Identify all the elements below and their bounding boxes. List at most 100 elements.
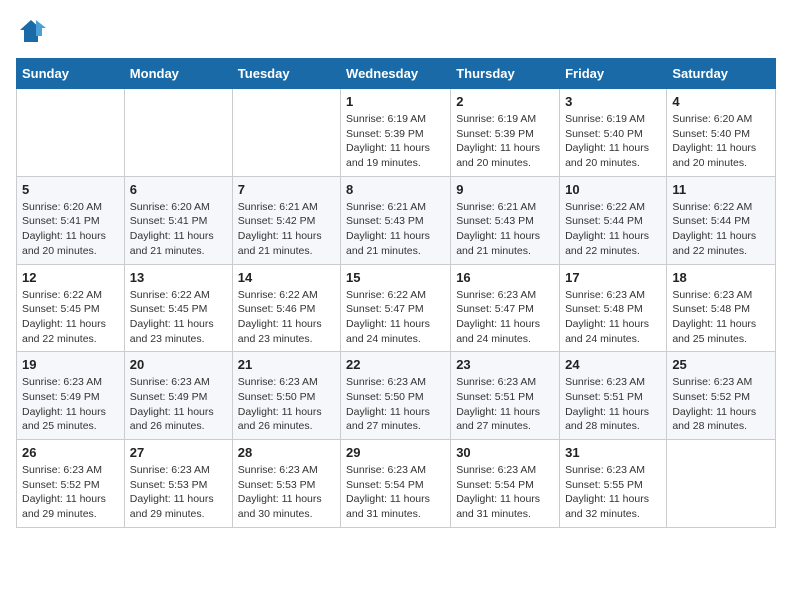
calendar-cell: 26 Sunrise: 6:23 AM Sunset: 5:52 PM Dayli…	[17, 440, 125, 528]
day-info: Sunrise: 6:20 AM Sunset: 5:41 PM Dayligh…	[130, 200, 227, 259]
day-info: Sunrise: 6:23 AM Sunset: 5:48 PM Dayligh…	[672, 288, 770, 347]
day-number: 11	[672, 182, 770, 197]
weekday-header-thursday: Thursday	[451, 59, 560, 89]
day-number: 30	[456, 445, 554, 460]
day-number: 24	[565, 357, 661, 372]
calendar-week-row: 5 Sunrise: 6:20 AM Sunset: 5:41 PM Daylig…	[17, 176, 776, 264]
calendar-cell: 14 Sunrise: 6:22 AM Sunset: 5:46 PM Dayli…	[232, 264, 340, 352]
day-number: 14	[238, 270, 335, 285]
day-info: Sunrise: 6:19 AM Sunset: 5:39 PM Dayligh…	[346, 112, 445, 171]
day-info: Sunrise: 6:23 AM Sunset: 5:55 PM Dayligh…	[565, 463, 661, 522]
day-number: 7	[238, 182, 335, 197]
day-info: Sunrise: 6:23 AM Sunset: 5:54 PM Dayligh…	[346, 463, 445, 522]
calendar-cell: 16Sunrise: 6:23 AM Sunset: 5:47 PM Dayli…	[451, 264, 560, 352]
day-info: Sunrise: 6:21 AM Sunset: 5:43 PM Dayligh…	[346, 200, 445, 259]
calendar-cell: 17 Sunrise: 6:23 AM Sunset: 5:48 PM Dayli…	[560, 264, 667, 352]
day-number: 3	[565, 94, 661, 109]
day-number: 28	[238, 445, 335, 460]
calendar-cell: 22 Sunrise: 6:23 AM Sunset: 5:50 PM Dayli…	[341, 352, 451, 440]
day-info: Sunrise: 6:23 AM Sunset: 5:53 PM Dayligh…	[130, 463, 227, 522]
day-number: 8	[346, 182, 445, 197]
day-info: Sunrise: 6:20 AM Sunset: 5:41 PM Dayligh…	[22, 200, 119, 259]
day-number: 26	[22, 445, 119, 460]
day-number: 1	[346, 94, 445, 109]
day-info: Sunrise: 6:23 AM Sunset: 5:51 PM Dayligh…	[456, 375, 554, 434]
calendar-cell: 20 Sunrise: 6:23 AM Sunset: 5:49 PM Dayli…	[124, 352, 232, 440]
calendar-cell: 2 Sunrise: 6:19 AM Sunset: 5:39 PM Daylig…	[451, 89, 560, 177]
day-number: 13	[130, 270, 227, 285]
day-info: Sunrise: 6:23 AM Sunset: 5:49 PM Dayligh…	[130, 375, 227, 434]
day-number: 9	[456, 182, 554, 197]
day-number: 15	[346, 270, 445, 285]
calendar-cell: 11 Sunrise: 6:22 AM Sunset: 5:44 PM Dayli…	[667, 176, 776, 264]
day-number: 2	[456, 94, 554, 109]
calendar-cell: 1 Sunrise: 6:19 AM Sunset: 5:39 PM Daylig…	[341, 89, 451, 177]
day-number: 10	[565, 182, 661, 197]
calendar-week-row: 19 Sunrise: 6:23 AM Sunset: 5:49 PM Dayli…	[17, 352, 776, 440]
day-number: 27	[130, 445, 227, 460]
day-info: Sunrise: 6:23 AM Sunset: 5:52 PM Dayligh…	[22, 463, 119, 522]
day-number: 23	[456, 357, 554, 372]
day-number: 21	[238, 357, 335, 372]
day-number: 4	[672, 94, 770, 109]
page-header	[16, 16, 776, 46]
calendar-cell: 31 Sunrise: 6:23 AM Sunset: 5:55 PM Dayli…	[560, 440, 667, 528]
calendar-week-row: 12 Sunrise: 6:22 AM Sunset: 5:45 PM Dayli…	[17, 264, 776, 352]
day-info: Sunrise: 6:21 AM Sunset: 5:42 PM Dayligh…	[238, 200, 335, 259]
calendar-cell: 30 Sunrise: 6:23 AM Sunset: 5:54 PM Dayli…	[451, 440, 560, 528]
day-info: Sunrise: 6:22 AM Sunset: 5:44 PM Dayligh…	[565, 200, 661, 259]
day-number: 29	[346, 445, 445, 460]
day-number: 12	[22, 270, 119, 285]
day-number: 5	[22, 182, 119, 197]
day-info: Sunrise: 6:23 AM Sunset: 5:49 PM Dayligh…	[22, 375, 119, 434]
day-number: 20	[130, 357, 227, 372]
day-info: Sunrise: 6:23 AM Sunset: 5:50 PM Dayligh…	[346, 375, 445, 434]
calendar-cell: 8 Sunrise: 6:21 AM Sunset: 5:43 PM Daylig…	[341, 176, 451, 264]
calendar-cell	[17, 89, 125, 177]
calendar-cell: 4 Sunrise: 6:20 AM Sunset: 5:40 PM Daylig…	[667, 89, 776, 177]
day-info: Sunrise: 6:19 AM Sunset: 5:39 PM Dayligh…	[456, 112, 554, 171]
day-info: Sunrise: 6:23 AM Sunset: 5:50 PM Dayligh…	[238, 375, 335, 434]
day-info: Sunrise: 6:23 AM Sunset: 5:51 PM Dayligh…	[565, 375, 661, 434]
day-info: Sunrise: 6:23 AM Sunset: 5:48 PM Dayligh…	[565, 288, 661, 347]
calendar-cell: 23 Sunrise: 6:23 AM Sunset: 5:51 PM Dayli…	[451, 352, 560, 440]
calendar-cell: 7 Sunrise: 6:21 AM Sunset: 5:42 PM Daylig…	[232, 176, 340, 264]
calendar-cell: 9Sunrise: 6:21 AM Sunset: 5:43 PM Daylig…	[451, 176, 560, 264]
calendar-cell	[232, 89, 340, 177]
weekday-header-sunday: Sunday	[17, 59, 125, 89]
day-info: Sunrise: 6:23 AM Sunset: 5:52 PM Dayligh…	[672, 375, 770, 434]
day-info: Sunrise: 6:23 AM Sunset: 5:53 PM Dayligh…	[238, 463, 335, 522]
day-number: 18	[672, 270, 770, 285]
day-info: Sunrise: 6:22 AM Sunset: 5:46 PM Dayligh…	[238, 288, 335, 347]
day-info: Sunrise: 6:22 AM Sunset: 5:47 PM Dayligh…	[346, 288, 445, 347]
calendar-cell: 18 Sunrise: 6:23 AM Sunset: 5:48 PM Dayli…	[667, 264, 776, 352]
calendar-cell: 25Sunrise: 6:23 AM Sunset: 5:52 PM Dayli…	[667, 352, 776, 440]
calendar-cell: 24 Sunrise: 6:23 AM Sunset: 5:51 PM Dayli…	[560, 352, 667, 440]
day-info: Sunrise: 6:20 AM Sunset: 5:40 PM Dayligh…	[672, 112, 770, 171]
calendar-week-row: 1 Sunrise: 6:19 AM Sunset: 5:39 PM Daylig…	[17, 89, 776, 177]
day-number: 22	[346, 357, 445, 372]
calendar-cell: 21 Sunrise: 6:23 AM Sunset: 5:50 PM Dayli…	[232, 352, 340, 440]
calendar-cell: 13 Sunrise: 6:22 AM Sunset: 5:45 PM Dayli…	[124, 264, 232, 352]
day-info: Sunrise: 6:22 AM Sunset: 5:45 PM Dayligh…	[22, 288, 119, 347]
day-info: Sunrise: 6:23 AM Sunset: 5:54 PM Dayligh…	[456, 463, 554, 522]
weekday-header-monday: Monday	[124, 59, 232, 89]
day-number: 31	[565, 445, 661, 460]
weekday-header-row: SundayMondayTuesdayWednesdayThursdayFrid…	[17, 59, 776, 89]
calendar-cell	[667, 440, 776, 528]
weekday-header-wednesday: Wednesday	[341, 59, 451, 89]
day-info: Sunrise: 6:22 AM Sunset: 5:44 PM Dayligh…	[672, 200, 770, 259]
calendar-table: SundayMondayTuesdayWednesdayThursdayFrid…	[16, 58, 776, 528]
weekday-header-saturday: Saturday	[667, 59, 776, 89]
day-info: Sunrise: 6:19 AM Sunset: 5:40 PM Dayligh…	[565, 112, 661, 171]
calendar-cell: 5 Sunrise: 6:20 AM Sunset: 5:41 PM Daylig…	[17, 176, 125, 264]
calendar-week-row: 26 Sunrise: 6:23 AM Sunset: 5:52 PM Dayli…	[17, 440, 776, 528]
weekday-header-tuesday: Tuesday	[232, 59, 340, 89]
day-number: 19	[22, 357, 119, 372]
calendar-cell: 19 Sunrise: 6:23 AM Sunset: 5:49 PM Dayli…	[17, 352, 125, 440]
weekday-header-friday: Friday	[560, 59, 667, 89]
day-number: 16	[456, 270, 554, 285]
day-info: Sunrise: 6:22 AM Sunset: 5:45 PM Dayligh…	[130, 288, 227, 347]
logo-icon	[16, 16, 46, 46]
day-number: 17	[565, 270, 661, 285]
